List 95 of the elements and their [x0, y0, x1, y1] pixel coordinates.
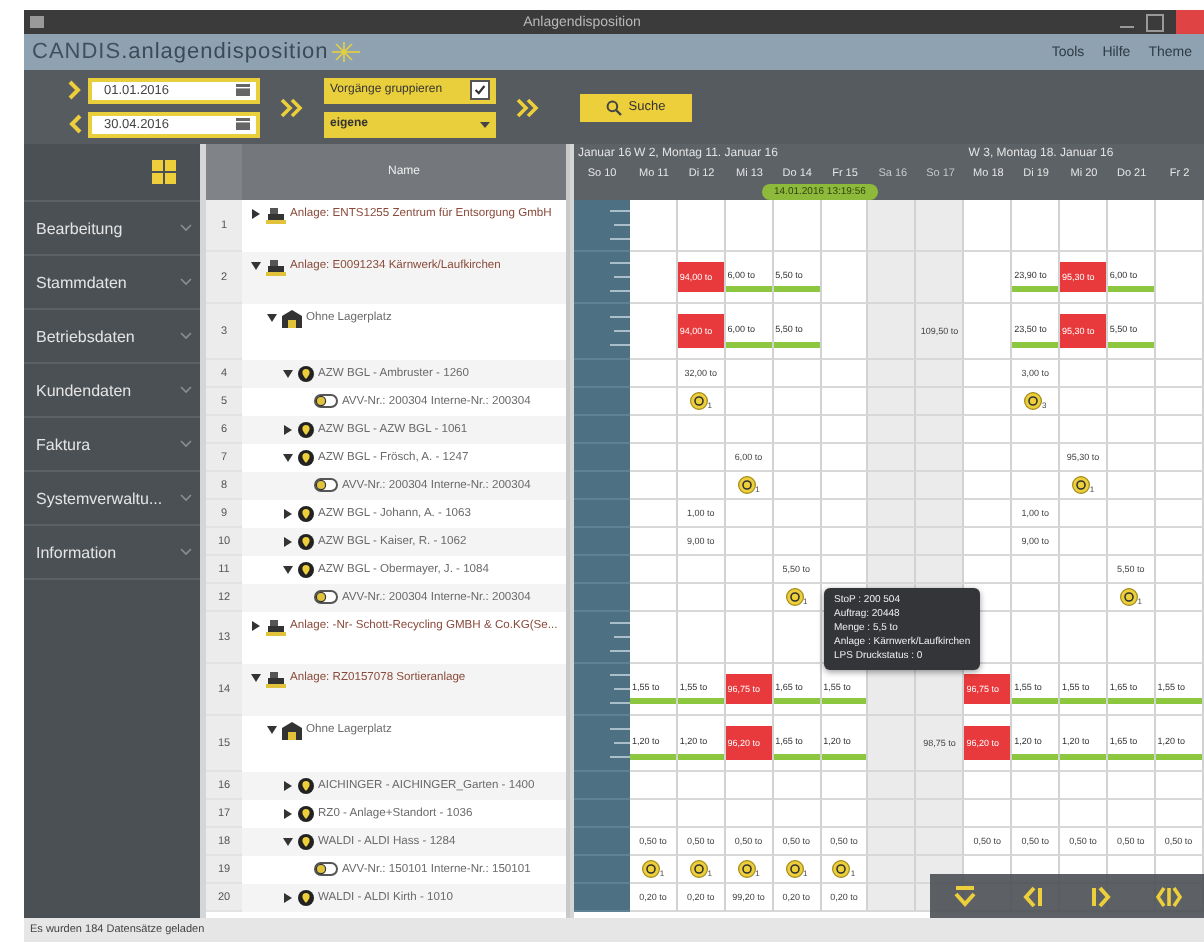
axis-ticks-drawing [610, 728, 630, 758]
sidebar-item[interactable]: Systemverwaltu... [24, 472, 200, 526]
chevron-down-icon [180, 440, 192, 448]
caret-icon[interactable] [250, 672, 262, 684]
pin-icon [298, 890, 314, 906]
sparkle-logo-icon [328, 42, 361, 62]
pin-icon [298, 562, 314, 578]
chevron-down-icon [180, 278, 192, 286]
caret-icon[interactable] [250, 620, 262, 632]
caret-icon[interactable] [282, 836, 294, 848]
chevron-down-icon [180, 224, 192, 232]
pin-icon [298, 422, 314, 438]
pin-icon [298, 834, 314, 850]
coin-icon[interactable] [1023, 392, 1042, 410]
axis-ticks-drawing [610, 622, 630, 652]
previous-button[interactable] [1018, 882, 1047, 910]
coin-icon[interactable] [737, 860, 756, 878]
coin-icon[interactable] [785, 588, 803, 606]
caret-icon [480, 121, 490, 127]
coin-icon[interactable] [785, 860, 803, 878]
caret-icon[interactable] [282, 508, 294, 520]
machine-icon [266, 258, 286, 276]
caret-icon[interactable] [282, 564, 294, 576]
warehouse-icon [282, 310, 302, 328]
caret-icon[interactable] [282, 780, 294, 792]
search-icon [606, 99, 623, 115]
sidebar-item[interactable]: Kundendaten [24, 364, 200, 418]
pin-icon [298, 806, 314, 822]
sidebar-item[interactable]: Faktura [24, 418, 200, 472]
chevron-down-icon [180, 332, 192, 340]
coin-icon[interactable] [1071, 476, 1090, 494]
coin-icon[interactable] [1119, 588, 1138, 606]
grid-cell [1155, 528, 1204, 556]
caret-icon[interactable] [282, 424, 294, 436]
axis-ticks-drawing [610, 316, 630, 346]
chevron-down-icon [180, 386, 192, 394]
caret-icon[interactable] [266, 312, 278, 324]
machine-icon [266, 206, 286, 224]
caret-icon[interactable] [282, 536, 294, 548]
grid-cell [1155, 360, 1204, 388]
sidebar-item[interactable]: Stammdaten [24, 256, 200, 310]
expand-range-button[interactable] [1155, 882, 1184, 910]
coin-icon[interactable] [832, 860, 851, 878]
pin-icon [298, 534, 314, 550]
caret-icon[interactable] [250, 208, 262, 220]
app-icon [30, 16, 44, 28]
sidebar-item[interactable]: Betriebsdaten [24, 310, 200, 364]
close-button[interactable] [1175, 10, 1204, 34]
collapse-button[interactable] [950, 882, 979, 910]
chevron-down-icon [180, 548, 192, 556]
chevron-right-icon[interactable] [68, 80, 82, 100]
toggle-icon [314, 862, 338, 876]
coin-icon[interactable] [689, 392, 708, 410]
tiles-icon[interactable] [152, 160, 176, 184]
toggle-icon [314, 590, 338, 604]
chevron-down-icon [180, 494, 192, 502]
coin-icon[interactable] [641, 860, 660, 878]
pin-icon [298, 450, 314, 466]
caret-icon[interactable] [282, 452, 294, 464]
double-chevron-icon [516, 97, 540, 117]
grid-cell [1155, 500, 1204, 528]
brand-name: CANDIS [32, 40, 122, 64]
axis-ticks-drawing [610, 674, 630, 704]
axis-ticks-drawing [610, 210, 630, 240]
grid-cell [1155, 444, 1204, 472]
grid-cell [1155, 388, 1204, 416]
grid-cell [1155, 200, 1204, 252]
double-chevron-icon [280, 97, 304, 117]
toggle-icon [314, 394, 338, 408]
machine-icon [266, 670, 286, 688]
warehouse-icon [282, 722, 302, 740]
toggle-icon [314, 478, 338, 492]
check-icon [474, 84, 486, 96]
calendar-button[interactable] [232, 82, 252, 98]
maximize-button[interactable] [1145, 13, 1164, 31]
caret-icon[interactable] [282, 808, 294, 820]
machine-icon [266, 618, 286, 636]
coin-icon[interactable] [737, 476, 756, 494]
grid-cell [1155, 472, 1204, 500]
calendar-button[interactable] [232, 116, 252, 132]
sidebar-item[interactable]: Information [24, 526, 200, 580]
coin-icon[interactable] [689, 860, 708, 878]
pin-icon [298, 366, 314, 382]
caret-icon[interactable] [282, 368, 294, 380]
caret-icon[interactable] [250, 260, 262, 272]
chevron-left-icon[interactable] [68, 114, 82, 134]
grid-cell [1155, 416, 1204, 444]
pin-icon [298, 778, 314, 794]
axis-ticks-drawing [610, 262, 630, 292]
pin-icon [298, 506, 314, 522]
caret-icon[interactable] [282, 892, 294, 904]
sidebar-item[interactable]: Bearbeitung [24, 202, 200, 256]
caret-icon[interactable] [266, 724, 278, 736]
brand-product: .anlagendisposition [121, 40, 329, 64]
next-button[interactable] [1087, 882, 1116, 910]
